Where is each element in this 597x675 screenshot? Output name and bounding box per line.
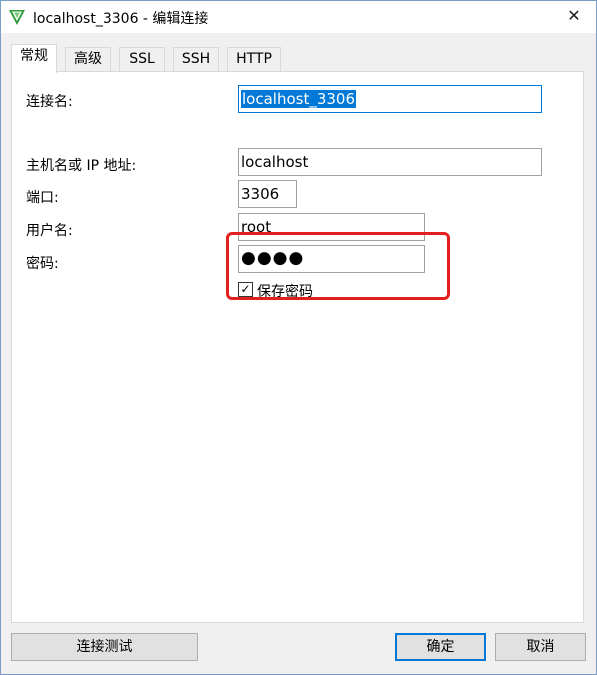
password-label: 密码: [26,256,59,272]
check-icon: ✓ [240,282,251,296]
close-button[interactable]: ✕ [552,1,596,33]
tab-ssl[interactable]: SSL [119,47,165,71]
username-label: 用户名: [26,223,73,239]
tab-ssh[interactable]: SSH [173,47,219,71]
tab-general[interactable]: 常规 [11,44,57,73]
test-connection-button[interactable]: 连接测试 [11,633,198,661]
cancel-button[interactable]: 取消 [495,633,586,661]
connection-name-label: 连接名: [26,94,73,110]
save-password-label[interactable]: 保存密码 [257,281,313,301]
navicat-leaf-icon [9,10,25,25]
connection-name-input[interactable]: localhost_3306 [238,85,542,113]
close-icon: ✕ [567,6,581,25]
password-input[interactable]: ●●●● [238,245,425,273]
general-panel: 连接名: localhost_3306 主机名或 IP 地址: localhos… [11,71,584,623]
connection-name-value: localhost_3306 [241,90,357,108]
port-input[interactable]: 3306 [238,180,297,208]
tab-advanced[interactable]: 高级 [65,47,111,71]
save-password-checkbox[interactable]: ✓ [238,282,253,297]
username-input[interactable]: root [238,213,425,241]
edit-connection-dialog: localhost_3306 - 编辑连接 ✕ 常规 高级 SSL SSH HT… [0,0,597,675]
host-input[interactable]: localhost [238,148,542,176]
port-label: 端口: [26,190,59,206]
ok-button[interactable]: 确定 [395,633,486,661]
title-bar[interactable]: localhost_3306 - 编辑连接 ✕ [1,1,596,33]
host-label: 主机名或 IP 地址: [26,158,137,174]
window-title: localhost_3306 - 编辑连接 [33,11,209,27]
tab-http[interactable]: HTTP [227,47,281,71]
